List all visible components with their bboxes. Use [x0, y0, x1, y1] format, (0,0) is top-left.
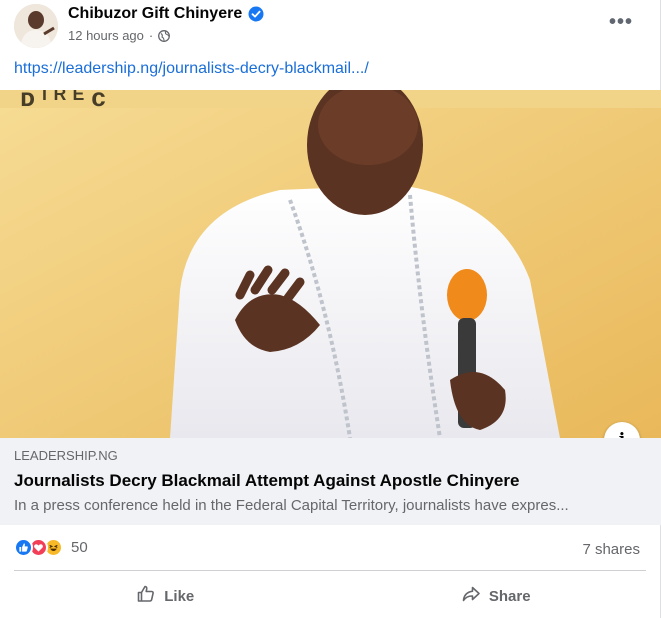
- post-meta: 12 hours ago ·: [68, 28, 171, 43]
- meta-separator: ·: [148, 28, 154, 43]
- like-icon: [14, 538, 33, 557]
- svg-text:ᴅ ᴵ ᴿ ᴱ ᴄ: ᴅ ᴵ ᴿ ᴱ ᴄ: [20, 90, 106, 112]
- preview-title[interactable]: Journalists Decry Blackmail Attempt Agai…: [14, 471, 647, 491]
- action-bar: Like Share: [0, 576, 661, 616]
- share-button[interactable]: Share: [331, 576, 661, 616]
- reactions-summary[interactable]: 50: [14, 538, 88, 557]
- globe-icon: [158, 29, 171, 42]
- preview-domain: LEADERSHIP.NG: [14, 448, 118, 463]
- share-label: Share: [488, 587, 531, 605]
- author-row: Chibuzor Gift Chinyere: [68, 5, 264, 23]
- share-count[interactable]: 7 shares: [582, 541, 640, 558]
- verified-badge-icon: [248, 6, 264, 22]
- divider: [14, 570, 646, 571]
- post-header: Chibuzor Gift Chinyere 12 hours ago · ••…: [0, 0, 661, 56]
- more-options-button[interactable]: •••: [603, 8, 639, 36]
- reaction-count[interactable]: 50: [71, 539, 88, 556]
- like-label: Like: [164, 587, 195, 605]
- post-photo[interactable]: ᴅ ᴵ ᴿ ᴱ ᴄ: [0, 90, 661, 438]
- share-arrow-icon: [461, 584, 481, 608]
- link-preview[interactable]: LEADERSHIP.NG Journalists Decry Blackmai…: [0, 438, 661, 525]
- author-name[interactable]: Chibuzor Gift Chinyere: [68, 5, 242, 23]
- like-button[interactable]: Like: [0, 576, 331, 616]
- post-timestamp[interactable]: 12 hours ago: [68, 28, 144, 43]
- facebook-post: Chibuzor Gift Chinyere 12 hours ago · ••…: [0, 0, 661, 618]
- thumbs-up-icon: [136, 584, 156, 608]
- post-link[interactable]: https://leadership.ng/journalists-decry-…: [14, 60, 369, 78]
- preview-description: In a press conference held in the Federa…: [14, 497, 569, 514]
- author-avatar[interactable]: [14, 4, 58, 48]
